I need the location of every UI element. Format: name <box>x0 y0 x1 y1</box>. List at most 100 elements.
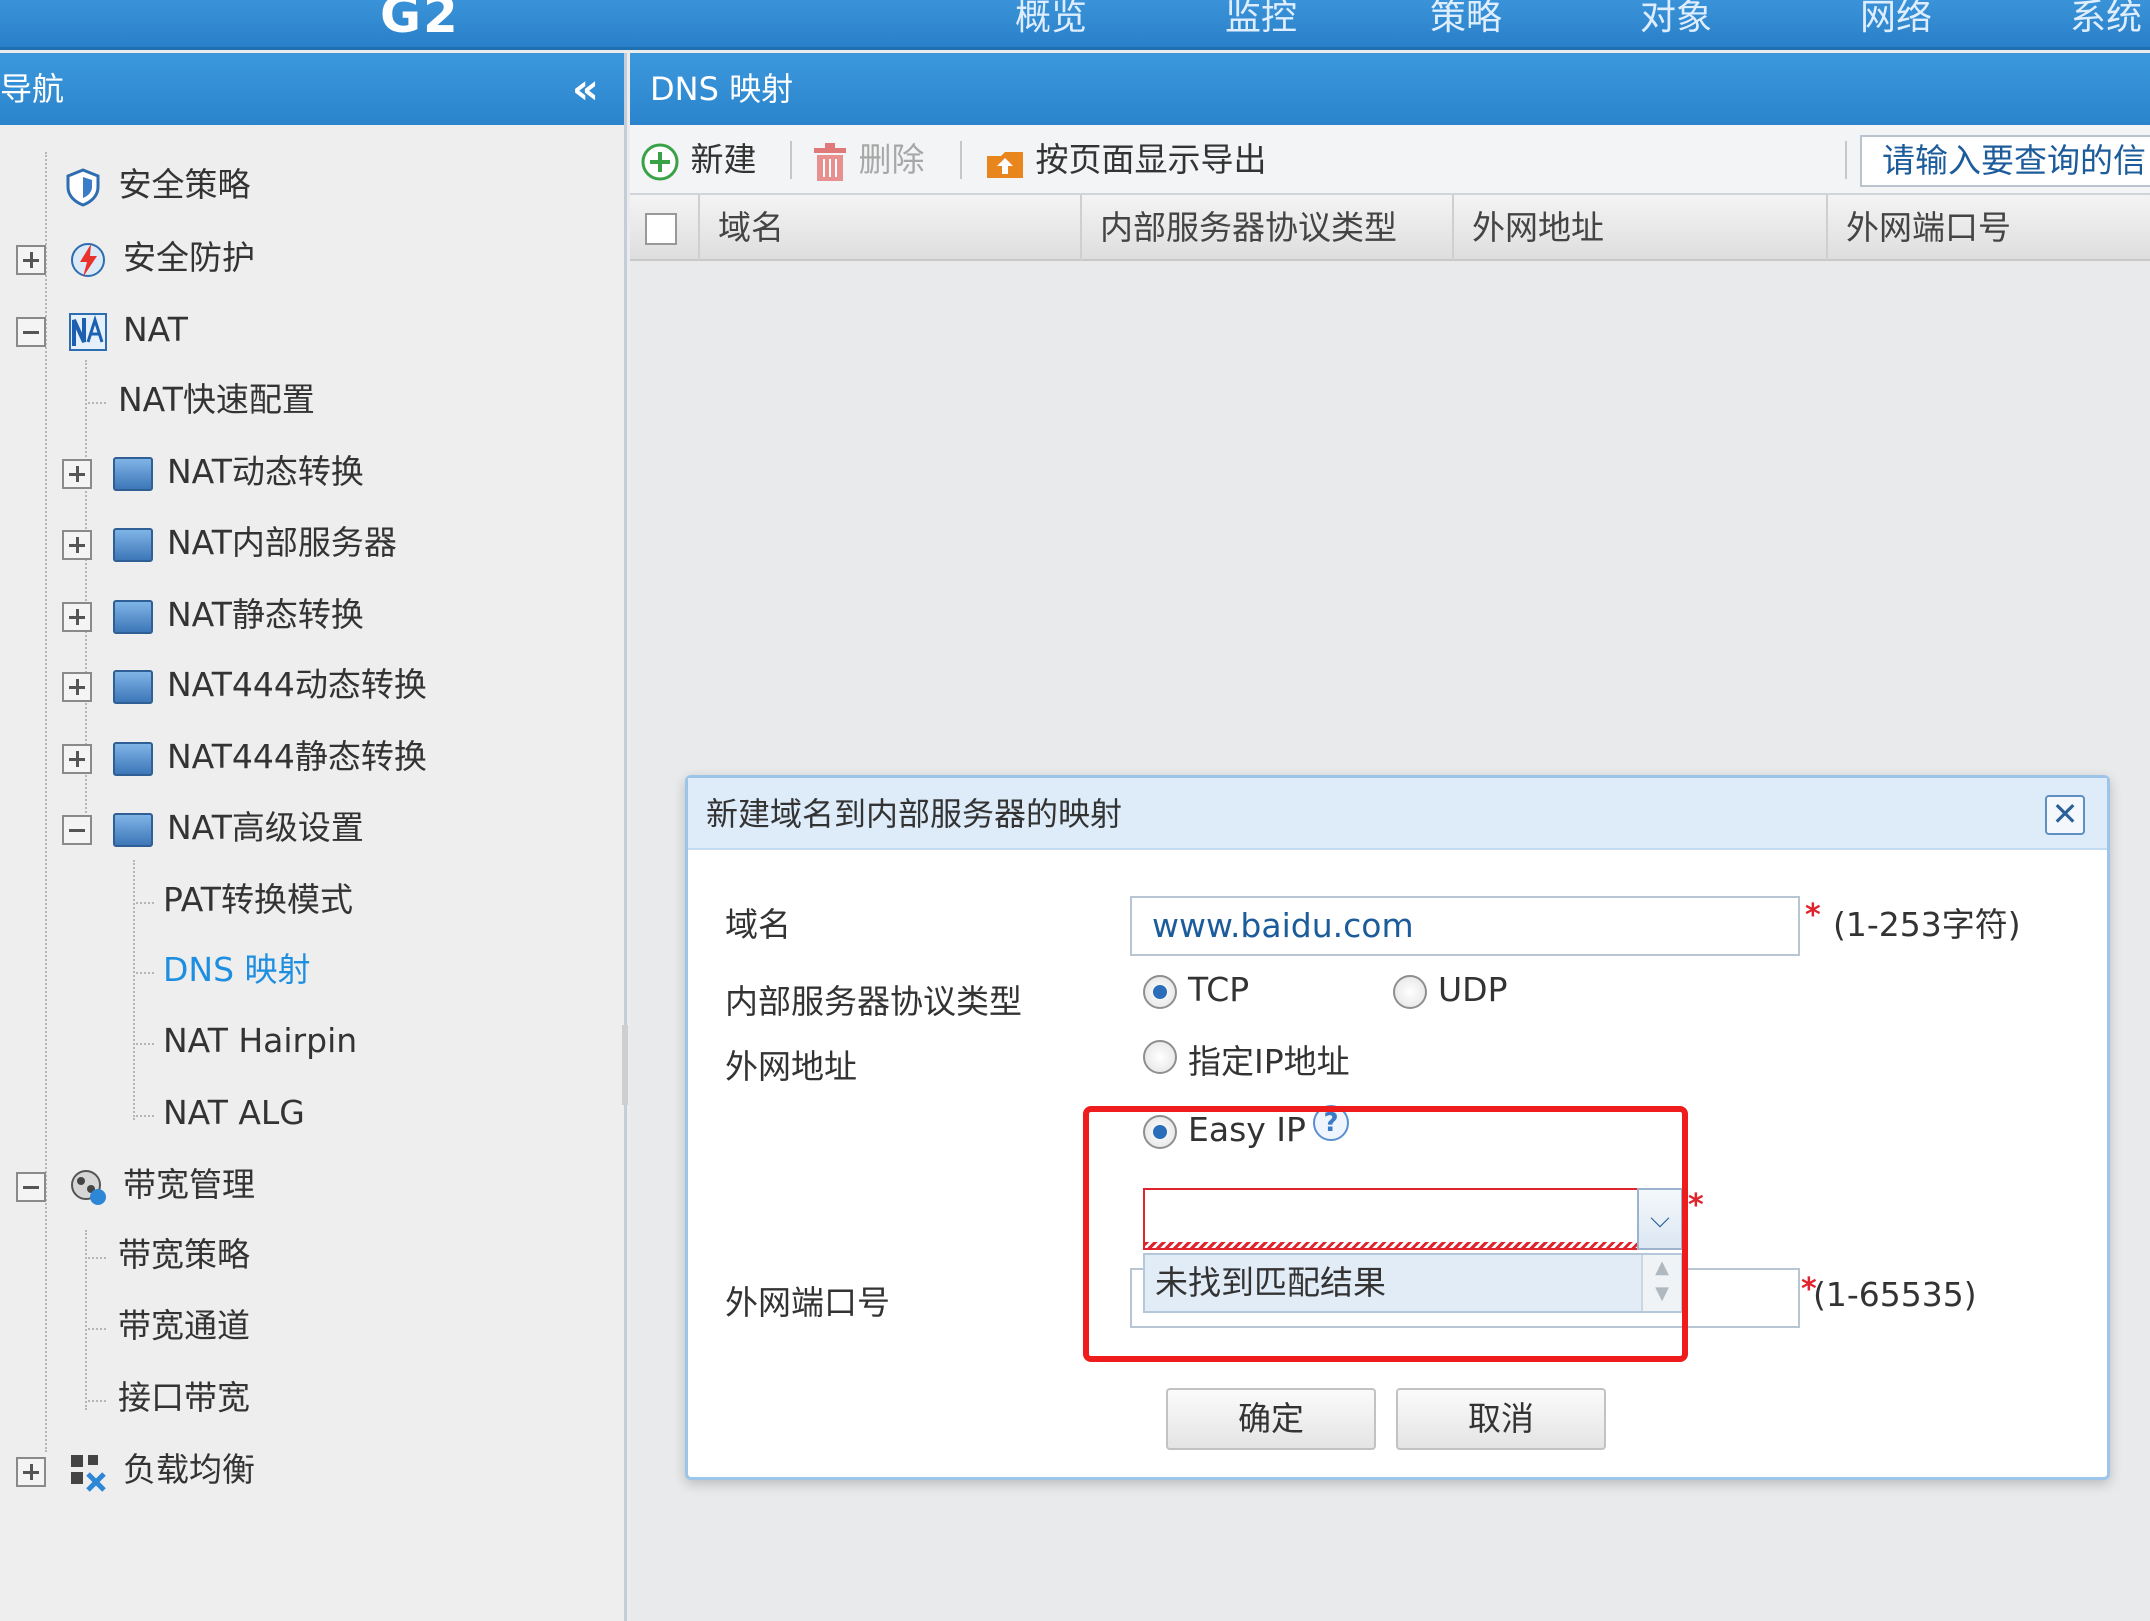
easy-ip-label: Easy IP <box>1188 1110 1306 1149</box>
expand-icon[interactable] <box>62 671 92 702</box>
nav-item-bandwidth-policy[interactable]: 带宽策略 <box>118 1225 250 1285</box>
tcp-radio[interactable] <box>1143 975 1177 1009</box>
tree-branch <box>136 1043 154 1045</box>
panel-splitter[interactable] <box>622 1025 628 1105</box>
required-mark: * <box>1688 1188 1704 1223</box>
nav-item-label: 带宽通道 <box>118 1306 250 1345</box>
nav-item-dns-mapping[interactable]: DNS 映射 <box>163 940 311 1000</box>
select-all-cell <box>630 195 700 261</box>
export-button[interactable]: 按页面显示导出 <box>985 135 1267 185</box>
menu-system[interactable]: 系统 <box>2070 0 2142 40</box>
nav-item-nat[interactable]: NAT <box>16 300 188 360</box>
monitor-icon <box>112 741 153 776</box>
close-icon[interactable]: ✕ <box>2045 795 2085 835</box>
column-header-protocol[interactable]: 内部服务器协议类型 <box>1082 195 1454 261</box>
nav-item-nat-advanced[interactable]: NAT高级设置 <box>62 798 364 858</box>
toolbar-divider <box>960 141 962 179</box>
collapse-icon[interactable] <box>62 814 92 845</box>
expand-icon[interactable] <box>16 1456 46 1487</box>
nat-icon <box>68 312 107 351</box>
cancel-button[interactable]: 取消 <box>1396 1388 1606 1450</box>
column-header-wan-address[interactable]: 外网地址 <box>1454 195 1828 261</box>
nav-item-nat-dynamic[interactable]: NAT动态转换 <box>62 442 364 502</box>
toolbar-divider <box>1845 141 1847 179</box>
tree-branch <box>136 902 154 904</box>
expand-icon[interactable] <box>16 244 46 275</box>
tree-branch <box>88 1257 106 1259</box>
nav-item-label: NAT内部服务器 <box>167 523 397 562</box>
nav-item-security-policy[interactable]: 安全策略 <box>62 155 251 215</box>
nav-item-label: NAT <box>123 310 188 349</box>
nav-item-nat-server[interactable]: NAT内部服务器 <box>62 513 397 573</box>
expand-icon[interactable] <box>62 743 92 774</box>
delete-button[interactable]: 删除 <box>812 135 925 185</box>
validation-underline <box>1145 1242 1681 1248</box>
required-mark: * <box>1805 898 1821 933</box>
column-header-wan-port[interactable]: 外网端口号 <box>1828 195 2150 261</box>
help-icon[interactable]: ? <box>1313 1105 1349 1141</box>
nav-item-label: DNS 映射 <box>163 950 311 989</box>
load-balance-icon <box>70 1454 106 1492</box>
nav-item-security-protection[interactable]: 安全防护 <box>16 228 255 288</box>
domain-input[interactable]: www.baidu.com <box>1130 896 1800 956</box>
tree-branch <box>136 972 154 974</box>
specify-ip-label: 指定IP地址 <box>1188 1042 1350 1081</box>
column-header-domain[interactable]: 域名 <box>700 195 1082 261</box>
nav-item-nat444-dynamic[interactable]: NAT444动态转换 <box>62 655 427 715</box>
nav-item-nat-static[interactable]: NAT静态转换 <box>62 585 364 645</box>
menu-object[interactable]: 对象 <box>1640 0 1712 40</box>
domain-label: 域名 <box>725 905 791 944</box>
tree-branch <box>88 1400 106 1402</box>
export-label: 按页面显示导出 <box>1035 140 1267 179</box>
nav-item-load-balance[interactable]: 负载均衡 <box>16 1440 255 1500</box>
new-label: 新建 <box>690 140 757 179</box>
nav-item-label: 负载均衡 <box>123 1450 255 1489</box>
menu-policy[interactable]: 策略 <box>1430 0 1502 40</box>
tree-branch <box>88 402 106 404</box>
app-logo: G2 <box>380 0 460 44</box>
dropdown-scrollbar[interactable]: ▲ ▼ <box>1641 1255 1681 1311</box>
nav-item-nat-hairpin[interactable]: NAT Hairpin <box>163 1011 357 1071</box>
expand-icon[interactable] <box>62 458 92 489</box>
trash-icon <box>814 142 846 181</box>
select-all-checkbox[interactable] <box>645 213 677 245</box>
tree-line <box>133 860 135 1120</box>
chevron-down-icon[interactable]: ⌵ <box>1637 1188 1683 1250</box>
interface-combobox[interactable]: ⌵ <box>1143 1188 1683 1250</box>
specify-ip-radio[interactable] <box>1143 1040 1177 1074</box>
tcp-label: TCP <box>1188 970 1250 1009</box>
collapse-nav-icon[interactable]: « <box>572 53 599 125</box>
nav-item-interface-bandwidth[interactable]: 接口带宽 <box>118 1368 250 1428</box>
collapse-icon[interactable] <box>16 316 46 347</box>
nav-item-bandwidth-channel[interactable]: 带宽通道 <box>118 1296 250 1356</box>
easy-ip-radio[interactable] <box>1143 1115 1177 1149</box>
ok-button[interactable]: 确定 <box>1166 1388 1376 1450</box>
nav-item-label: 安全防护 <box>123 238 255 277</box>
wan-port-hint: (1-65535) <box>1813 1275 1977 1314</box>
new-dns-mapping-dialog: 新建域名到内部服务器的映射 ✕ 域名 www.baidu.com * (1-25… <box>685 775 2110 1480</box>
expand-icon[interactable] <box>62 601 92 632</box>
nav-item-pat-mode[interactable]: PAT转换模式 <box>163 870 353 930</box>
expand-icon[interactable] <box>62 529 92 560</box>
monitor-icon <box>112 812 153 847</box>
export-icon <box>987 151 1023 178</box>
udp-radio[interactable] <box>1393 975 1427 1009</box>
menu-network[interactable]: 网络 <box>1860 0 1932 40</box>
search-input[interactable]: 请输入要查询的信 <box>1860 135 2150 187</box>
nav-item-bandwidth[interactable]: 带宽管理 <box>16 1155 255 1215</box>
nav-item-label: 带宽策略 <box>118 1235 250 1274</box>
new-button[interactable]: 新建 <box>640 135 757 185</box>
nav-item-nat444-static[interactable]: NAT444静态转换 <box>62 727 427 787</box>
nav-header: 导航 « <box>0 53 624 125</box>
wan-port-label: 外网端口号 <box>725 1283 890 1322</box>
collapse-icon[interactable] <box>16 1171 46 1202</box>
top-banner: G2 概览 监控 策略 对象 网络 系统 <box>0 0 2150 50</box>
menu-overview[interactable]: 概览 <box>1015 0 1087 40</box>
menu-monitor[interactable]: 监控 <box>1225 0 1297 40</box>
nav-item-label: 带宽管理 <box>123 1165 255 1204</box>
nav-item-nat-quick-config[interactable]: NAT快速配置 <box>118 370 315 430</box>
nav-item-nat-alg[interactable]: NAT ALG <box>163 1083 305 1143</box>
bandwidth-icon <box>70 1169 106 1205</box>
toolbar-divider <box>790 141 792 179</box>
nav-item-label: 接口带宽 <box>118 1378 250 1417</box>
